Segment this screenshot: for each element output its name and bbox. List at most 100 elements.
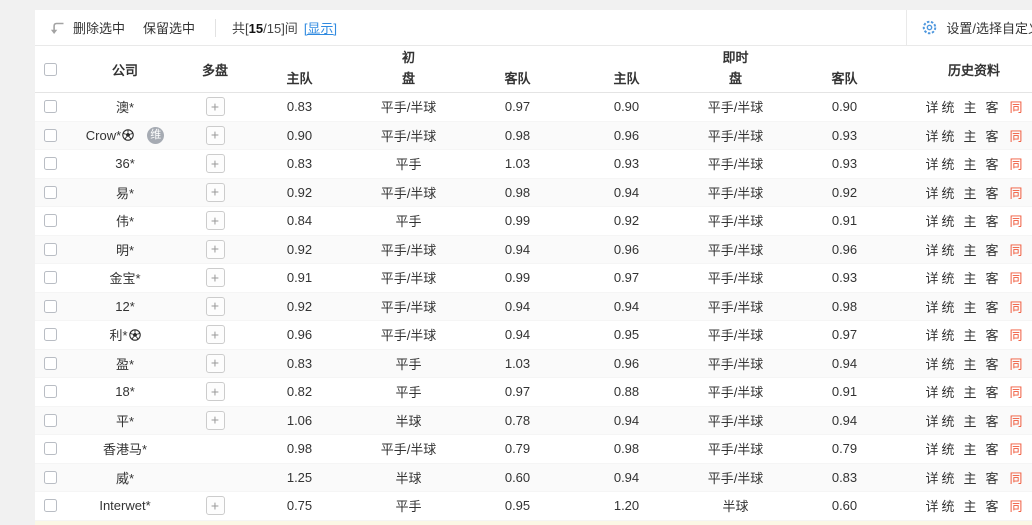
settings-button[interactable]: 设置/选择自定义 <box>906 10 1032 46</box>
row-checkbox[interactable] <box>43 328 57 342</box>
row-checkbox[interactable] <box>43 470 57 484</box>
history-link-same[interactable]: 同 <box>1010 154 1023 173</box>
history-link-away[interactable]: 客 <box>986 126 999 145</box>
expand-odds-button[interactable] <box>205 325 225 345</box>
row-checkbox[interactable] <box>43 299 57 313</box>
history-link-stats[interactable]: 统 <box>941 240 954 259</box>
history-link-detail[interactable]: 详 <box>925 496 938 515</box>
history-link-home[interactable]: 主 <box>963 297 976 316</box>
select-all-checkbox[interactable] <box>43 62 57 76</box>
history-link-stats[interactable]: 统 <box>941 382 954 401</box>
history-link-same[interactable]: 同 <box>1010 211 1023 230</box>
history-link-away[interactable]: 客 <box>986 268 999 287</box>
history-link-same[interactable]: 同 <box>1010 354 1023 373</box>
row-checkbox[interactable] <box>43 100 57 114</box>
history-link-detail[interactable]: 详 <box>925 126 938 145</box>
row-checkbox[interactable] <box>43 499 57 513</box>
history-link-home[interactable]: 主 <box>963 496 976 515</box>
history-link-detail[interactable]: 详 <box>925 154 938 173</box>
expand-odds-button[interactable] <box>205 97 225 117</box>
history-link-away[interactable]: 客 <box>986 439 999 458</box>
history-link-detail[interactable]: 详 <box>925 268 938 287</box>
history-link-away[interactable]: 客 <box>986 496 999 515</box>
history-link-away[interactable]: 客 <box>986 183 999 202</box>
history-link-same[interactable]: 同 <box>1010 240 1023 259</box>
expand-odds-button[interactable] <box>205 125 225 145</box>
history-link-stats[interactable]: 统 <box>941 211 954 230</box>
history-link-same[interactable]: 同 <box>1010 126 1023 145</box>
history-link-detail[interactable]: 详 <box>925 97 938 116</box>
history-link-home[interactable]: 主 <box>963 354 976 373</box>
history-link-same[interactable]: 同 <box>1010 468 1023 487</box>
history-link-stats[interactable]: 统 <box>941 126 954 145</box>
history-link-away[interactable]: 客 <box>986 154 999 173</box>
history-link-stats[interactable]: 统 <box>941 183 954 202</box>
history-link-stats[interactable]: 统 <box>941 496 954 515</box>
history-link-detail[interactable]: 详 <box>925 439 938 458</box>
history-link-home[interactable]: 主 <box>963 211 976 230</box>
history-link-home[interactable]: 主 <box>963 468 976 487</box>
history-link-home[interactable]: 主 <box>963 183 976 202</box>
history-link-away[interactable]: 客 <box>986 325 999 344</box>
delete-selected-button[interactable]: 删除选中 <box>73 18 125 37</box>
expand-odds-button[interactable] <box>205 182 225 202</box>
expand-odds-button[interactable] <box>205 268 225 288</box>
history-link-stats[interactable]: 统 <box>941 439 954 458</box>
history-link-home[interactable]: 主 <box>963 240 976 259</box>
history-link-stats[interactable]: 统 <box>941 325 954 344</box>
history-link-home[interactable]: 主 <box>963 439 976 458</box>
history-link-detail[interactable]: 详 <box>925 354 938 373</box>
row-checkbox[interactable] <box>43 214 57 228</box>
history-link-same[interactable]: 同 <box>1010 268 1023 287</box>
history-link-stats[interactable]: 统 <box>941 268 954 287</box>
expand-odds-button[interactable] <box>205 296 225 316</box>
history-link-stats[interactable]: 统 <box>941 97 954 116</box>
history-link-same[interactable]: 同 <box>1010 97 1023 116</box>
history-link-away[interactable]: 客 <box>986 468 999 487</box>
history-link-same[interactable]: 同 <box>1010 439 1023 458</box>
history-link-same[interactable]: 同 <box>1010 183 1023 202</box>
history-link-away[interactable]: 客 <box>986 97 999 116</box>
history-link-stats[interactable]: 统 <box>941 468 954 487</box>
history-link-same[interactable]: 同 <box>1010 496 1023 515</box>
row-checkbox[interactable] <box>43 185 57 199</box>
row-checkbox[interactable] <box>43 385 57 399</box>
history-link-same[interactable]: 同 <box>1010 382 1023 401</box>
keep-selected-button[interactable]: 保留选中 <box>143 18 195 37</box>
history-link-stats[interactable]: 统 <box>941 297 954 316</box>
history-link-home[interactable]: 主 <box>963 382 976 401</box>
row-checkbox[interactable] <box>43 271 57 285</box>
row-checkbox[interactable] <box>43 413 57 427</box>
history-link-detail[interactable]: 详 <box>925 240 938 259</box>
expand-odds-button[interactable] <box>205 496 225 516</box>
expand-odds-button[interactable] <box>205 154 225 174</box>
history-link-same[interactable]: 同 <box>1010 297 1023 316</box>
row-checkbox[interactable] <box>43 157 57 171</box>
row-checkbox[interactable] <box>43 442 57 456</box>
history-link-detail[interactable]: 详 <box>925 468 938 487</box>
history-link-detail[interactable]: 详 <box>925 411 938 430</box>
history-link-home[interactable]: 主 <box>963 97 976 116</box>
history-link-home[interactable]: 主 <box>963 154 976 173</box>
expand-odds-button[interactable] <box>205 353 225 373</box>
history-link-away[interactable]: 客 <box>986 382 999 401</box>
history-link-away[interactable]: 客 <box>986 411 999 430</box>
history-link-away[interactable]: 客 <box>986 297 999 316</box>
history-link-home[interactable]: 主 <box>963 126 976 145</box>
history-link-stats[interactable]: 统 <box>941 154 954 173</box>
history-link-away[interactable]: 客 <box>986 354 999 373</box>
expand-odds-button[interactable] <box>205 382 225 402</box>
expand-odds-button[interactable] <box>205 410 225 430</box>
history-link-same[interactable]: 同 <box>1010 325 1023 344</box>
history-link-detail[interactable]: 详 <box>925 211 938 230</box>
history-link-detail[interactable]: 详 <box>925 325 938 344</box>
row-checkbox[interactable] <box>43 356 57 370</box>
history-link-detail[interactable]: 详 <box>925 382 938 401</box>
row-checkbox[interactable] <box>43 128 57 142</box>
history-link-stats[interactable]: 统 <box>941 354 954 373</box>
history-link-stats[interactable]: 统 <box>941 411 954 430</box>
history-link-home[interactable]: 主 <box>963 268 976 287</box>
history-link-home[interactable]: 主 <box>963 325 976 344</box>
history-link-away[interactable]: 客 <box>986 240 999 259</box>
expand-odds-button[interactable] <box>205 239 225 259</box>
